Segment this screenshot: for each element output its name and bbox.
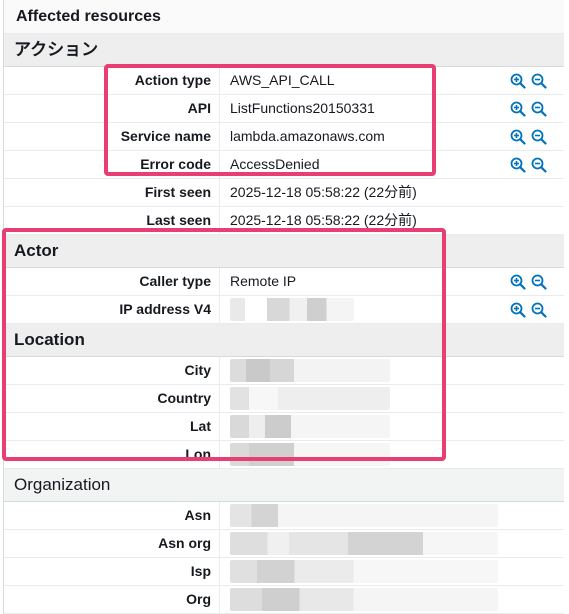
redacted-value xyxy=(230,560,498,583)
zoom-in-icon[interactable] xyxy=(510,73,526,89)
detail-row-lat: Lat xyxy=(4,413,564,441)
row-value: ListFunctions20150331 xyxy=(230,100,375,116)
row-label: Lat xyxy=(190,418,211,434)
detail-row-org: Org xyxy=(4,586,564,614)
section-action-title: アクション xyxy=(4,34,564,67)
row-label: Asn xyxy=(184,507,211,523)
row-value: 2025-12-18 05:58:22 (22分前) xyxy=(230,212,417,228)
redacted-value xyxy=(230,588,498,611)
section-organization-title: Organization xyxy=(4,469,564,502)
redacted-value xyxy=(230,504,498,527)
zoom-out-icon[interactable] xyxy=(531,302,547,318)
zoom-out-icon[interactable] xyxy=(531,129,547,145)
row-label: Lon xyxy=(185,446,211,462)
redacted-value xyxy=(230,387,390,410)
redacted-value xyxy=(230,443,390,466)
row-label: Last seen xyxy=(146,212,211,228)
row-label: Asn org xyxy=(158,535,211,551)
panel-title: Affected resources xyxy=(4,0,564,34)
section-location-title: Location xyxy=(4,324,564,357)
row-label: First seen xyxy=(144,184,211,200)
row-label: Isp xyxy=(190,563,211,579)
zoom-in-icon[interactable] xyxy=(510,302,526,318)
redacted-value xyxy=(230,415,390,438)
zoom-out-icon[interactable] xyxy=(531,274,547,290)
detail-row-lon: Lon xyxy=(4,441,564,469)
detail-row-first-seen: First seen 2025-12-18 05:58:22 (22分前) xyxy=(4,179,564,207)
row-label: Org xyxy=(186,591,211,607)
zoom-out-icon[interactable] xyxy=(531,73,547,89)
detail-row-ip-address: IP address V4 xyxy=(4,296,564,324)
row-value: AccessDenied xyxy=(230,156,320,172)
detail-row-isp: Isp xyxy=(4,558,564,586)
detail-row-country: Country xyxy=(4,385,564,413)
affected-resources-panel: Affected resources アクション Action type AWS… xyxy=(3,0,564,614)
row-label: Error code xyxy=(140,156,211,172)
detail-row-city: City xyxy=(4,357,564,385)
redacted-value xyxy=(230,359,390,382)
detail-row-last-seen: Last seen 2025-12-18 05:58:22 (22分前) xyxy=(4,207,564,235)
section-actor-title: Actor xyxy=(4,235,564,268)
detail-row-action-type: Action type AWS_API_CALL xyxy=(4,67,564,95)
zoom-out-icon[interactable] xyxy=(531,101,547,117)
zoom-in-icon[interactable] xyxy=(510,274,526,290)
redacted-value xyxy=(230,298,354,321)
row-label: Service name xyxy=(120,128,211,144)
row-label: IP address V4 xyxy=(119,301,211,317)
detail-row-api: API ListFunctions20150331 xyxy=(4,95,564,123)
row-value: lambda.amazonaws.com xyxy=(230,128,385,144)
zoom-in-icon[interactable] xyxy=(510,129,526,145)
redacted-value xyxy=(230,532,498,555)
detail-row-error-code: Error code AccessDenied xyxy=(4,151,564,179)
zoom-in-icon[interactable] xyxy=(510,157,526,173)
zoom-out-icon[interactable] xyxy=(531,157,547,173)
row-label: Country xyxy=(157,390,211,406)
detail-row-service-name: Service name lambda.amazonaws.com xyxy=(4,123,564,151)
detail-row-caller-type: Caller type Remote IP xyxy=(4,268,564,296)
row-value: 2025-12-18 05:58:22 (22分前) xyxy=(230,184,417,200)
row-label: Caller type xyxy=(139,273,211,289)
row-label: City xyxy=(184,362,211,378)
detail-row-asn-org: Asn org xyxy=(4,530,564,558)
zoom-in-icon[interactable] xyxy=(510,101,526,117)
row-label: Action type xyxy=(134,72,211,88)
row-value: Remote IP xyxy=(230,273,297,289)
detail-row-asn: Asn xyxy=(4,502,564,530)
row-value: AWS_API_CALL xyxy=(230,72,335,88)
row-label: API xyxy=(187,100,211,116)
